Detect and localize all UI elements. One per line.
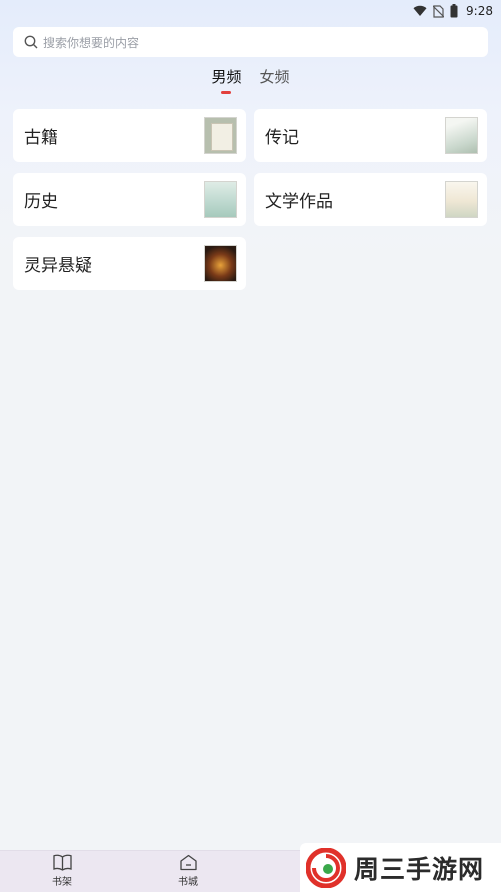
category-cover-image [445,117,478,154]
tab-female-label: 女频 [259,68,290,86]
gender-tabs: 男频 女频 [0,66,501,98]
search-placeholder: 搜索你想要的内容 [43,35,140,50]
nav-bookstore[interactable]: 书城 [158,854,218,888]
home-icon [179,854,198,871]
status-bar: 9:28 [0,0,501,22]
tab-male[interactable]: 男频 [211,66,242,94]
category-label: 古籍 [24,128,58,148]
no-sim-icon [433,4,445,18]
tab-female[interactable]: 女频 [260,66,290,90]
category-cover-image [445,181,478,218]
tab-male-label: 男频 [211,68,242,86]
category-label: 传记 [265,128,299,148]
status-time: 9:28 [466,4,493,18]
category-label: 历史 [24,192,58,212]
category-card-lingyi[interactable]: 灵异悬疑 [13,237,246,290]
wifi-icon [413,5,427,17]
watermark: 周三手游网 [300,843,501,892]
category-label: 灵异悬疑 [24,256,92,276]
category-card-wenxue[interactable]: 文学作品 [254,173,487,226]
category-cover-image [204,117,237,154]
category-card-zhuanji[interactable]: 传记 [254,109,487,162]
nav-bookstore-label: 书城 [178,877,198,888]
nav-bookshelf[interactable]: 书架 [32,854,92,888]
category-label: 文学作品 [265,192,333,212]
active-tab-indicator [221,91,232,94]
battery-icon [450,4,458,18]
search-bar[interactable]: 搜索你想要的内容 [13,27,488,57]
watermark-text: 周三手游网 [354,854,485,884]
category-card-guji[interactable]: 古籍 [13,109,246,162]
category-cover-image [204,181,237,218]
nav-bookshelf-label: 书架 [52,877,72,888]
book-open-icon [52,854,72,871]
category-cover-image [204,245,237,282]
category-card-lishi[interactable]: 历史 [13,173,246,226]
watermark-logo [306,847,346,888]
search-icon [24,35,38,49]
